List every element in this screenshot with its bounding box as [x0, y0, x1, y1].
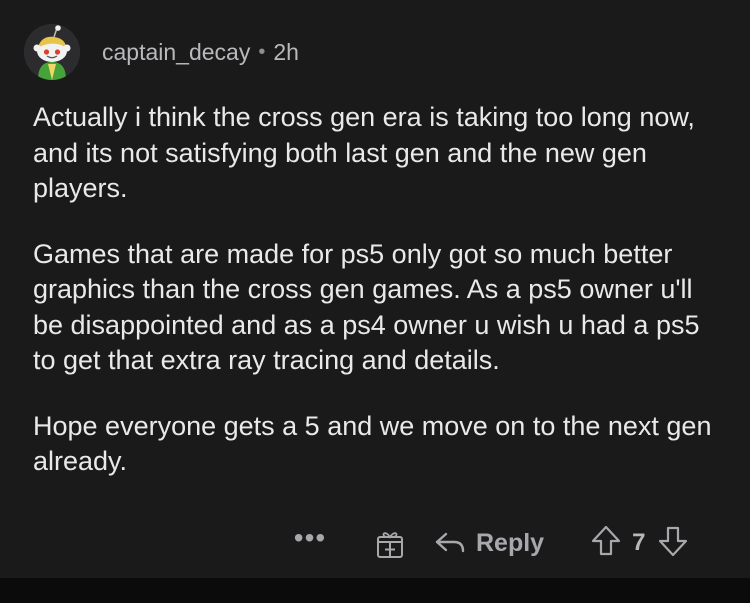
- avatar[interactable]: [24, 24, 80, 80]
- snoo-avatar-icon: [24, 24, 80, 80]
- comment-paragraph: Hope everyone gets a 5 and we move on to…: [33, 410, 712, 477]
- award-button[interactable]: [372, 525, 408, 561]
- comment-card: captain_decay • 2h Actually i think the …: [0, 0, 750, 578]
- vote-score: 7: [632, 529, 646, 556]
- award-icon: [377, 532, 403, 558]
- comment-paragraph: Games that are made for ps5 only got so …: [33, 238, 700, 376]
- upvote-button[interactable]: [590, 524, 622, 563]
- downvote-icon: [659, 526, 688, 556]
- page-bottom-divider: [0, 578, 750, 603]
- upvote-icon: [591, 525, 621, 555]
- comment-header: captain_decay • 2h: [24, 22, 299, 82]
- reply-button[interactable]: Reply: [434, 529, 544, 558]
- reply-arrow-icon: [435, 532, 465, 553]
- reply-label: Reply: [476, 528, 545, 557]
- meta-separator: •: [258, 40, 266, 63]
- more-icon[interactable]: •••: [290, 522, 330, 554]
- comment-paragraph: Actually i think the cross gen era is ta…: [33, 102, 695, 203]
- comment-body: Actually i think the cross gen era is ta…: [33, 100, 713, 510]
- comment-time: 2h: [273, 38, 299, 65]
- comment-actions: ••• Reply 7: [290, 522, 689, 564]
- author-line: captain_decay • 2h: [102, 39, 299, 66]
- downvote-button[interactable]: [657, 524, 689, 563]
- author-username[interactable]: captain_decay: [102, 39, 250, 66]
